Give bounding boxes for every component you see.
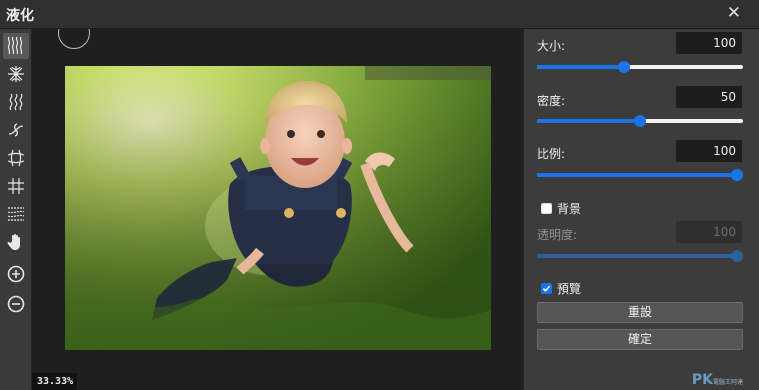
ratio-slider-fill — [537, 173, 743, 177]
checkmark-icon — [542, 285, 551, 292]
opacity-slider — [537, 250, 743, 262]
baby-on-grass-photo — [65, 66, 491, 350]
preview-checkbox-label: 預覽 — [557, 282, 582, 296]
ratio-label: 比例: — [537, 147, 566, 161]
density-input[interactable]: 50 — [676, 86, 742, 108]
preview-checkbox-box[interactable] — [541, 283, 552, 294]
background-checkbox-box[interactable] — [541, 203, 552, 214]
brush-cursor — [58, 29, 90, 49]
background-checkbox[interactable]: 背景 — [541, 200, 581, 217]
confirm-button[interactable]: 確定 — [537, 329, 743, 350]
density-slider[interactable] — [537, 115, 743, 127]
tool-sidebar — [0, 29, 32, 390]
opacity-input: 100 — [676, 221, 742, 243]
size-slider-thumb[interactable] — [617, 61, 630, 73]
image-canvas[interactable]: 33.33% — [32, 29, 523, 390]
density-label: 密度: — [537, 94, 566, 108]
density-slider-thumb[interactable] — [634, 115, 646, 127]
density-slider-fill — [537, 119, 640, 123]
twirl-clockwise-tool-icon[interactable] — [3, 89, 29, 115]
background-checkbox-label: 背景 — [557, 202, 582, 216]
ratio-slider-thumb[interactable] — [731, 169, 743, 181]
zoom-in-tool-icon[interactable] — [3, 261, 29, 287]
ratio-slider[interactable] — [537, 169, 743, 181]
watermark-subtext: 電腦王阿達 — [712, 379, 743, 386]
preview-checkbox[interactable]: 預覽 — [541, 280, 581, 297]
size-input[interactable]: 100 — [676, 32, 742, 54]
opacity-slider-fill — [537, 254, 743, 258]
size-slider-fill — [537, 65, 624, 69]
ratio-input[interactable]: 100 — [676, 140, 742, 162]
forward-warp-tool-icon[interactable] — [3, 33, 29, 59]
photo-preview[interactable] — [65, 66, 491, 350]
reset-button[interactable]: 重設 — [537, 302, 743, 323]
pucker-tool-icon[interactable] — [3, 61, 29, 87]
window-title: 液化 — [6, 8, 34, 24]
hand-tool-icon[interactable] — [3, 229, 29, 255]
twirl-tool-icon[interactable] — [3, 117, 29, 143]
watermark-text: PK — [691, 372, 713, 388]
close-button[interactable]: ✕ — [727, 3, 741, 23]
zoom-out-tool-icon[interactable] — [3, 291, 29, 317]
title-bar: 液化 ✕ — [0, 0, 759, 29]
reconstruct-tool-icon[interactable] — [3, 201, 29, 227]
opacity-slider-thumb — [731, 250, 743, 262]
bloat-tool-icon[interactable] — [3, 145, 29, 171]
watermark-logo: PK電腦王阿達 — [692, 372, 743, 388]
push-left-tool-icon[interactable] — [3, 173, 29, 199]
opacity-label: 透明度: — [537, 228, 578, 242]
settings-panel: 大小: 100 密度: 50 比例: 100 背景 透明度: 100 預覽 重設… — [523, 29, 759, 390]
size-slider[interactable] — [537, 61, 743, 73]
size-label: 大小: — [537, 39, 566, 53]
zoom-level-readout: 33.33% — [32, 373, 78, 390]
